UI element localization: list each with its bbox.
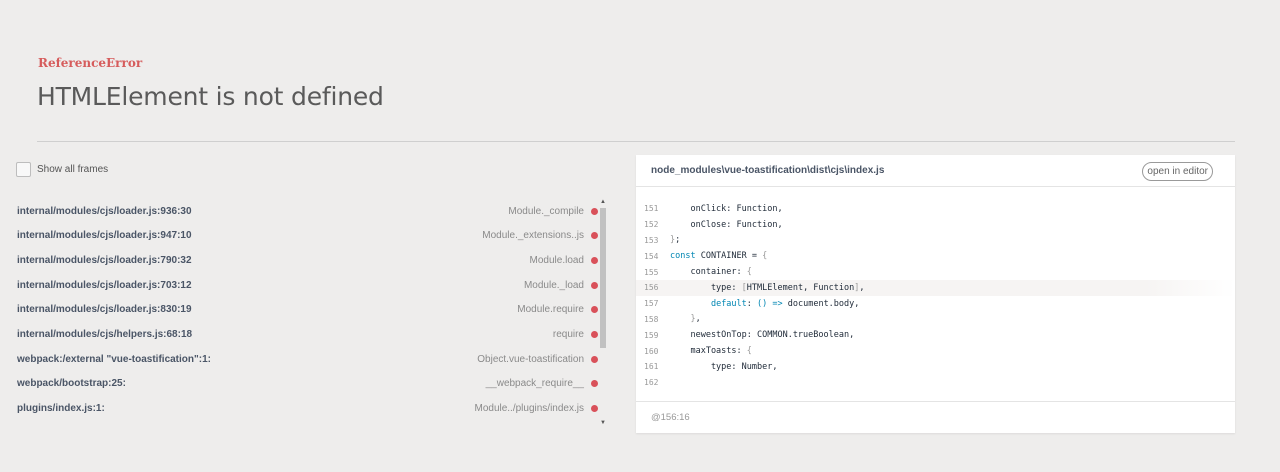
code-panel: node_modules\vue-toastification\dist\cjs… (636, 155, 1235, 433)
code-line: 162 (636, 375, 1235, 391)
code-text: }, (690, 314, 701, 325)
code-header: node_modules\vue-toastification\dist\cjs… (636, 155, 1235, 187)
scroll-up-icon[interactable]: ▲ (600, 199, 606, 205)
frame-status-dot-icon (591, 380, 598, 388)
frame-method: Module._extensions..js (482, 230, 584, 242)
frames-scrollbar[interactable]: ▲ ▼ (599, 199, 608, 426)
frame-status-dot-icon (591, 355, 598, 363)
code-line: 161 type: Number, (636, 359, 1235, 375)
line-number: 158 (644, 314, 659, 324)
code-text: maxToasts: { (670, 346, 752, 357)
stack-frame-row[interactable]: webpack/bootstrap:25: __webpack_require__ (8, 372, 598, 396)
code-text: newestOnTop: COMMON.trueBoolean, (670, 330, 855, 341)
code-line: 153}; (636, 233, 1235, 249)
frame-method: __webpack_require__ (485, 378, 584, 390)
line-number: 156 (644, 283, 659, 293)
frame-status-dot-icon (591, 281, 598, 289)
code-filename: node_modules\vue-toastification\dist\cjs… (651, 165, 885, 176)
frame-method: Object.vue-toastification (477, 353, 584, 365)
frame-status-dot-icon (591, 207, 598, 215)
code-line: 155 container: { (636, 264, 1235, 280)
frame-status-dot-icon (591, 232, 598, 240)
code-text: }; (670, 235, 681, 246)
code-line: 158 }, (636, 312, 1235, 328)
scroll-thumb[interactable] (600, 208, 606, 348)
line-number: 155 (644, 267, 659, 277)
frame-status-dot-icon (591, 306, 598, 314)
stack-frame-row[interactable]: internal/modules/cjs/loader.js:936:30 Mod… (8, 199, 598, 223)
frame-file: internal/modules/cjs/loader.js:947:10 (17, 230, 192, 242)
code-line: 159 newestOnTop: COMMON.trueBoolean, (636, 327, 1235, 343)
code-line: 152 onClose: Function, (636, 217, 1235, 233)
code-location: @156:16 (651, 412, 690, 423)
code-text: default: () => document.body, (710, 298, 860, 309)
show-all-frames-checkbox[interactable] (16, 162, 31, 177)
code-line: 154 const CONTAINER = { (636, 248, 1235, 264)
code-text: const CONTAINER = { (670, 251, 768, 262)
code-text: type: Number, (670, 361, 778, 372)
code-text: onClose: Function, (670, 219, 783, 230)
frame-file: internal/modules/cjs/loader.js:830:19 (17, 304, 192, 316)
error-type: ReferenceError (38, 56, 143, 70)
stack-frame-row[interactable]: internal/modules/cjs/loader.js:703:12 Mod… (8, 273, 598, 297)
stack-frames-list: internal/modules/cjs/loader.js:936:30 Mod… (8, 199, 608, 425)
code-text: onClick: Function, (670, 203, 783, 214)
frame-method: Module../plugins/index.js (474, 403, 584, 415)
stack-frame-row[interactable]: internal/modules/cjs/loader.js:830:19 Mod… (8, 298, 598, 322)
frame-method: require (552, 329, 584, 340)
frame-method: Module._load (523, 279, 584, 291)
frame-file: plugins/index.js:1: (17, 403, 105, 415)
frame-file: webpack:/external "vue-toastification":1… (17, 353, 211, 365)
line-number: 151 (644, 204, 659, 214)
stack-frame-row[interactable]: webpack:/external "vue-toastification":1… (8, 347, 598, 371)
show-all-frames-label: Show all frames (37, 164, 109, 175)
stack-frame-row[interactable]: internal/modules/cjs/loader.js:790:32 Mod… (8, 248, 598, 272)
line-number: 154 (644, 251, 659, 261)
show-all-frames-toggle[interactable]: Show all frames (16, 162, 108, 177)
code-line: 157 default: () => document.body, (636, 296, 1235, 312)
frame-file: internal/modules/cjs/loader.js:936:30 (17, 205, 192, 217)
line-number: 152 (644, 220, 659, 230)
frame-method: Module._compile (508, 205, 584, 217)
line-number: 157 (644, 299, 659, 309)
divider (37, 141, 1235, 142)
frame-status-dot-icon (591, 331, 598, 338)
frame-method: Module.require (517, 304, 584, 316)
scroll-down-icon[interactable]: ▼ (600, 420, 606, 426)
code-line: 151 onClick: Function, (636, 201, 1235, 217)
stack-frame-row[interactable]: internal/modules/cjs/loader.js:947:10 Mod… (8, 224, 598, 248)
frame-file: internal/modules/cjs/loader.js:703:12 (17, 279, 192, 291)
frame-file: internal/modules/cjs/loader.js:790:32 (17, 254, 192, 266)
error-message: HTMLElement is not defined (37, 82, 384, 111)
stack-frame-row[interactable]: internal/modules/cjs/helpers.js:68:18 req… (8, 323, 598, 347)
code-line: 160 maxToasts: { (636, 343, 1235, 359)
line-number: 162 (644, 378, 659, 388)
frame-status-dot-icon (591, 256, 598, 264)
code-body: 151 onClick: Function, 152 onClose: Funct… (636, 201, 1235, 391)
code-footer: @156:16 (636, 401, 1235, 433)
line-number: 153 (644, 235, 659, 245)
line-number: 160 (644, 346, 659, 356)
stack-frame-row[interactable]: plugins/index.js:1: Module../plugins/inde… (8, 397, 598, 421)
frame-method: Module.load (529, 254, 584, 266)
code-line: 156 type: [HTMLElement, Function], (636, 279, 1235, 296)
frame-file: internal/modules/cjs/helpers.js:68:18 (17, 329, 193, 340)
code-text: container: { (670, 267, 752, 278)
line-number: 159 (644, 330, 659, 340)
frame-status-dot-icon (591, 405, 598, 413)
code-text: type: [HTMLElement, Function], (670, 282, 865, 293)
line-number: 161 (644, 362, 659, 372)
frame-file: webpack/bootstrap:25: (17, 378, 126, 390)
open-in-editor-button[interactable]: open in editor (1142, 162, 1213, 181)
